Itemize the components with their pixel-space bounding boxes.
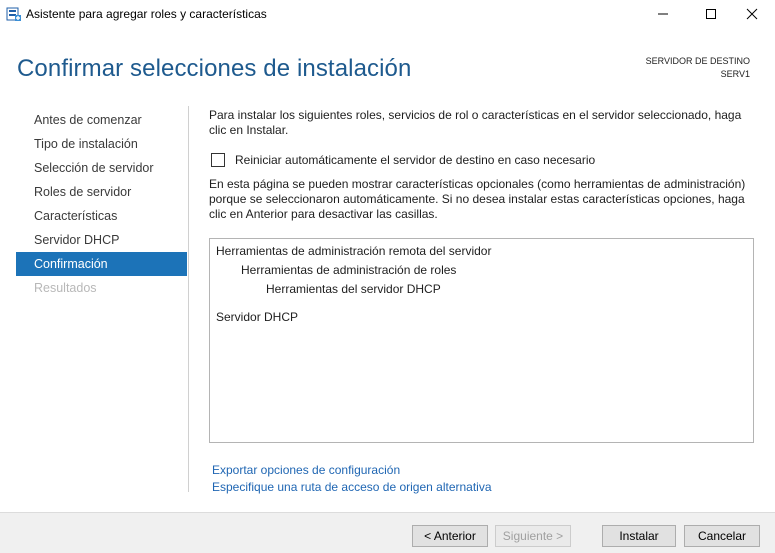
restart-checkbox[interactable] [211, 153, 225, 167]
alternate-source-link[interactable]: Especifique una ruta de acceso de origen… [212, 479, 492, 496]
nav-item-servidor-dhcp[interactable]: Servidor DHCP [16, 228, 187, 252]
close-icon [746, 8, 758, 20]
nav-item-confirmacion[interactable]: Confirmación [16, 252, 187, 276]
destination-server-info: SERVIDOR DE DESTINO SERV1 [646, 55, 750, 81]
nav-item-antes-de-comenzar[interactable]: Antes de comenzar [16, 108, 187, 132]
destination-label: SERVIDOR DE DESTINO [645, 56, 750, 66]
window-title: Asistente para agregar roles y caracterí… [26, 7, 267, 21]
restart-option[interactable]: Reiniciar automáticamente el servidor de… [211, 153, 595, 167]
next-button: Siguiente > [495, 525, 571, 547]
nav-item-roles-de-servidor[interactable]: Roles de servidor [16, 180, 187, 204]
minimize-icon [658, 13, 668, 15]
nav-divider [188, 106, 189, 492]
nav-item-caracteristicas[interactable]: Características [16, 204, 187, 228]
nav-item-seleccion-de-servidor[interactable]: Selección de servidor [16, 156, 187, 180]
content-pane: Para instalar los siguientes roles, serv… [209, 108, 755, 443]
minimize-button[interactable] [640, 0, 686, 28]
intro-text: Para instalar los siguientes roles, serv… [209, 108, 742, 137]
nav-item-tipo-de-instalacion[interactable]: Tipo de instalación [16, 132, 187, 156]
selection-item-rsat: Herramientas de administración remota de… [216, 244, 492, 258]
optional-features-note: En esta página se pueden mostrar caracte… [209, 177, 746, 221]
selection-list[interactable]: Herramientas de administración remota de… [209, 238, 754, 443]
close-button[interactable] [729, 0, 775, 28]
restart-checkbox-label[interactable]: Reiniciar automáticamente el servidor de… [235, 153, 595, 167]
server-manager-icon [6, 7, 21, 21]
title-bar: Asistente para agregar roles y caracterí… [0, 0, 775, 28]
page-title: Confirmar selecciones de instalación [17, 55, 412, 82]
wizard-steps-nav: Antes de comenzar Tipo de instalación Se… [16, 108, 187, 300]
maximize-button[interactable] [688, 0, 734, 28]
maximize-icon [706, 9, 716, 19]
export-config-link[interactable]: Exportar opciones de configuración [212, 462, 492, 479]
footer-bar: < Anterior Siguiente > Instalar Cancelar [0, 512, 775, 553]
selection-item-dhcp-server: Servidor DHCP [216, 310, 299, 324]
links-area: Exportar opciones de configuración Espec… [212, 462, 492, 496]
destination-server-name: SERV1 [720, 69, 750, 79]
cancel-button[interactable]: Cancelar [684, 525, 760, 547]
selection-item-dhcp-tools: Herramientas del servidor DHCP [266, 282, 441, 296]
back-button[interactable]: < Anterior [412, 525, 488, 547]
install-button[interactable]: Instalar [602, 525, 676, 547]
selection-item-role-admin-tools: Herramientas de administración de roles [241, 263, 457, 277]
nav-item-resultados: Resultados [34, 281, 97, 295]
